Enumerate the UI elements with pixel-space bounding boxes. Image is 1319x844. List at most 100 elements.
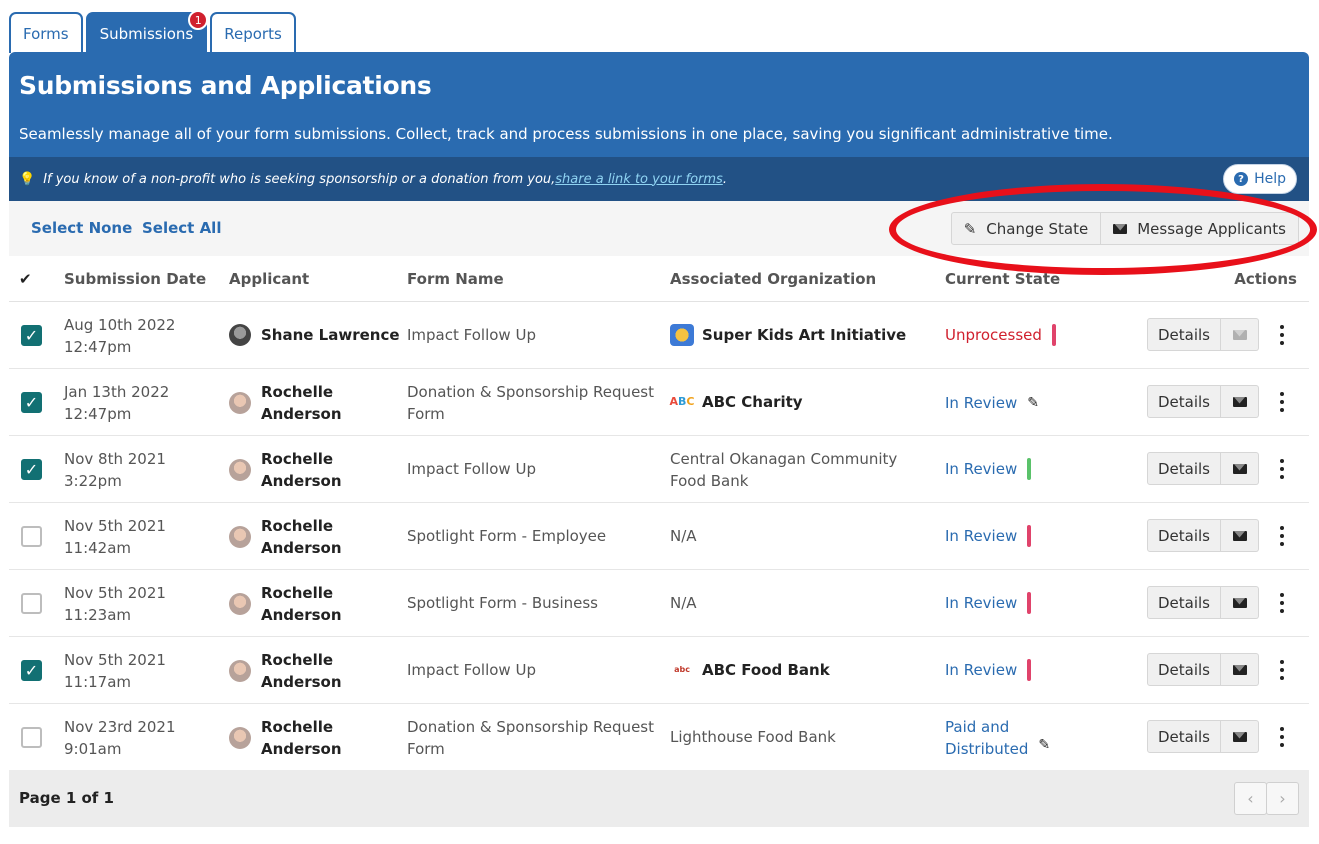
row-checkbox[interactable]: ✓ xyxy=(21,660,42,681)
applicant-name-line: Anderson xyxy=(261,606,342,624)
column-header-actions: Actions xyxy=(1234,270,1297,288)
applicant-name-line: Rochelle xyxy=(261,517,334,535)
table-header: ✔ Submission Date Applicant Form Name As… xyxy=(9,256,1309,302)
previous-page-button[interactable]: ‹ xyxy=(1234,782,1267,815)
more-options-icon[interactable] xyxy=(1277,324,1287,345)
details-label: Details xyxy=(1157,660,1210,679)
applicant-name[interactable]: Rochelle Anderson xyxy=(261,582,342,626)
tab-submissions[interactable]: Submissions 1 xyxy=(85,10,209,53)
state-label[interactable]: In Review xyxy=(945,392,1017,414)
row-actions: Details xyxy=(1147,452,1287,485)
more-options-icon[interactable] xyxy=(1277,592,1287,613)
time-text: 11:42am xyxy=(64,539,132,557)
check-icon: ✓ xyxy=(24,460,39,479)
applicant-name[interactable]: Rochelle Anderson xyxy=(261,381,342,425)
tab-forms[interactable]: Forms xyxy=(9,12,83,53)
message-button[interactable] xyxy=(1221,519,1259,552)
newspaper-icon[interactable] xyxy=(1027,592,1032,614)
state-label[interactable]: Unprocessed xyxy=(945,324,1042,346)
details-button[interactable]: Details xyxy=(1147,653,1221,686)
abc-charity-logo-icon: ABC xyxy=(669,395,695,408)
more-options-icon[interactable] xyxy=(1277,458,1287,479)
details-button[interactable]: Details xyxy=(1147,720,1221,753)
details-button[interactable]: Details xyxy=(1147,452,1221,485)
applicant-name[interactable]: Rochelle Anderson xyxy=(261,716,342,760)
state-label[interactable]: In Review xyxy=(945,525,1017,547)
submission-date: Aug 10th 2022 12:47pm xyxy=(64,314,175,358)
edit-pencil-icon[interactable]: ✎ xyxy=(1038,737,1050,753)
state-label[interactable]: In Review xyxy=(945,659,1017,681)
row-checkbox[interactable] xyxy=(21,526,42,547)
state-icon-wrap: ✎ xyxy=(1038,733,1050,756)
row-checkbox[interactable]: ✓ xyxy=(21,392,42,413)
newspaper-icon[interactable] xyxy=(1027,458,1032,480)
bulk-action-group: ✎ Change State Message Applicants xyxy=(950,212,1299,245)
applicant-name[interactable]: Rochelle Anderson xyxy=(261,649,342,693)
form-name: Impact Follow Up xyxy=(407,324,536,346)
state-label[interactable]: In Review xyxy=(945,458,1017,480)
form-name-line: Spotlight Form - Business xyxy=(407,594,598,612)
organization-name-line: Food Bank xyxy=(670,472,749,490)
pencil-icon: ✎ xyxy=(963,219,977,238)
details-button[interactable]: Details xyxy=(1147,586,1221,619)
details-button[interactable]: Details xyxy=(1147,318,1221,351)
row-checkbox[interactable]: ✓ xyxy=(21,459,42,480)
submission-date: Nov 5th 2021 11:23am xyxy=(64,582,166,626)
details-label: Details xyxy=(1157,459,1210,478)
details-label: Details xyxy=(1157,727,1210,746)
form-name-line: Donation & Sponsorship Request xyxy=(407,718,654,736)
organization-cell: Central Okanagan Community Food Bank xyxy=(670,448,897,492)
more-options-icon[interactable] xyxy=(1277,391,1287,412)
message-button[interactable] xyxy=(1221,720,1259,753)
row-checkbox[interactable]: ✓ xyxy=(21,325,42,346)
edit-pencil-icon[interactable]: ✎ xyxy=(1027,395,1039,411)
row-checkbox[interactable] xyxy=(21,727,42,748)
change-state-button[interactable]: ✎ Change State xyxy=(952,213,1100,244)
newspaper-icon[interactable] xyxy=(1027,659,1032,681)
applicant-name-line: Anderson xyxy=(261,673,342,691)
message-applicants-button[interactable]: Message Applicants xyxy=(1100,213,1298,244)
envelope-icon xyxy=(1232,329,1247,340)
newspaper-icon[interactable] xyxy=(1051,324,1056,346)
state-cell: Paid and Distributed ✎ xyxy=(945,716,1050,760)
applicant-name[interactable]: Shane Lawrence xyxy=(261,324,400,346)
page-title: Submissions and Applications xyxy=(19,71,432,100)
time-text: 3:22pm xyxy=(64,472,122,490)
share-forms-link[interactable]: share a link to your forms xyxy=(555,172,723,187)
submission-date: Nov 5th 2021 11:17am xyxy=(64,649,166,693)
table-row: Nov 23rd 2021 9:01am Rochelle Anderson D… xyxy=(9,704,1309,771)
applicant-name-line: Shane Lawrence xyxy=(261,326,400,344)
help-button[interactable]: ? Help xyxy=(1223,164,1297,194)
envelope-icon xyxy=(1232,463,1247,474)
row-actions: Details xyxy=(1147,653,1287,686)
form-name-line: Donation & Sponsorship Request xyxy=(407,383,654,401)
select-none-button[interactable]: Select None xyxy=(31,219,132,237)
state-label[interactable]: Paid and Distributed xyxy=(945,716,1028,760)
message-button[interactable] xyxy=(1221,385,1259,418)
row-checkbox[interactable] xyxy=(21,593,42,614)
applicant-name[interactable]: Rochelle Anderson xyxy=(261,448,342,492)
applicant-name-line: Rochelle xyxy=(261,584,334,602)
newspaper-icon[interactable] xyxy=(1027,525,1032,547)
message-button[interactable] xyxy=(1221,586,1259,619)
header-banner: Submissions and Applications Seamlessly … xyxy=(9,52,1309,201)
select-all-button[interactable]: Select All xyxy=(142,219,221,237)
more-options-icon[interactable] xyxy=(1277,659,1287,680)
notification-badge: 1 xyxy=(188,10,209,30)
message-button[interactable] xyxy=(1221,653,1259,686)
details-button[interactable]: Details xyxy=(1147,519,1221,552)
applicant-name[interactable]: Rochelle Anderson xyxy=(261,515,342,559)
state-label[interactable]: In Review xyxy=(945,592,1017,614)
state-icon-wrap: ✎ xyxy=(1027,391,1039,414)
submission-date: Nov 23rd 2021 9:01am xyxy=(64,716,176,760)
select-column-header[interactable]: ✔ xyxy=(19,270,32,288)
details-button[interactable]: Details xyxy=(1147,385,1221,418)
tab-reports[interactable]: Reports xyxy=(210,12,296,53)
more-options-icon[interactable] xyxy=(1277,726,1287,747)
more-options-icon[interactable] xyxy=(1277,525,1287,546)
organization-cell: N/A xyxy=(670,525,697,547)
applicant-name-line: Anderson xyxy=(261,539,342,557)
form-name-line: Impact Follow Up xyxy=(407,460,536,478)
next-page-button[interactable]: › xyxy=(1266,782,1299,815)
message-button[interactable] xyxy=(1221,452,1259,485)
